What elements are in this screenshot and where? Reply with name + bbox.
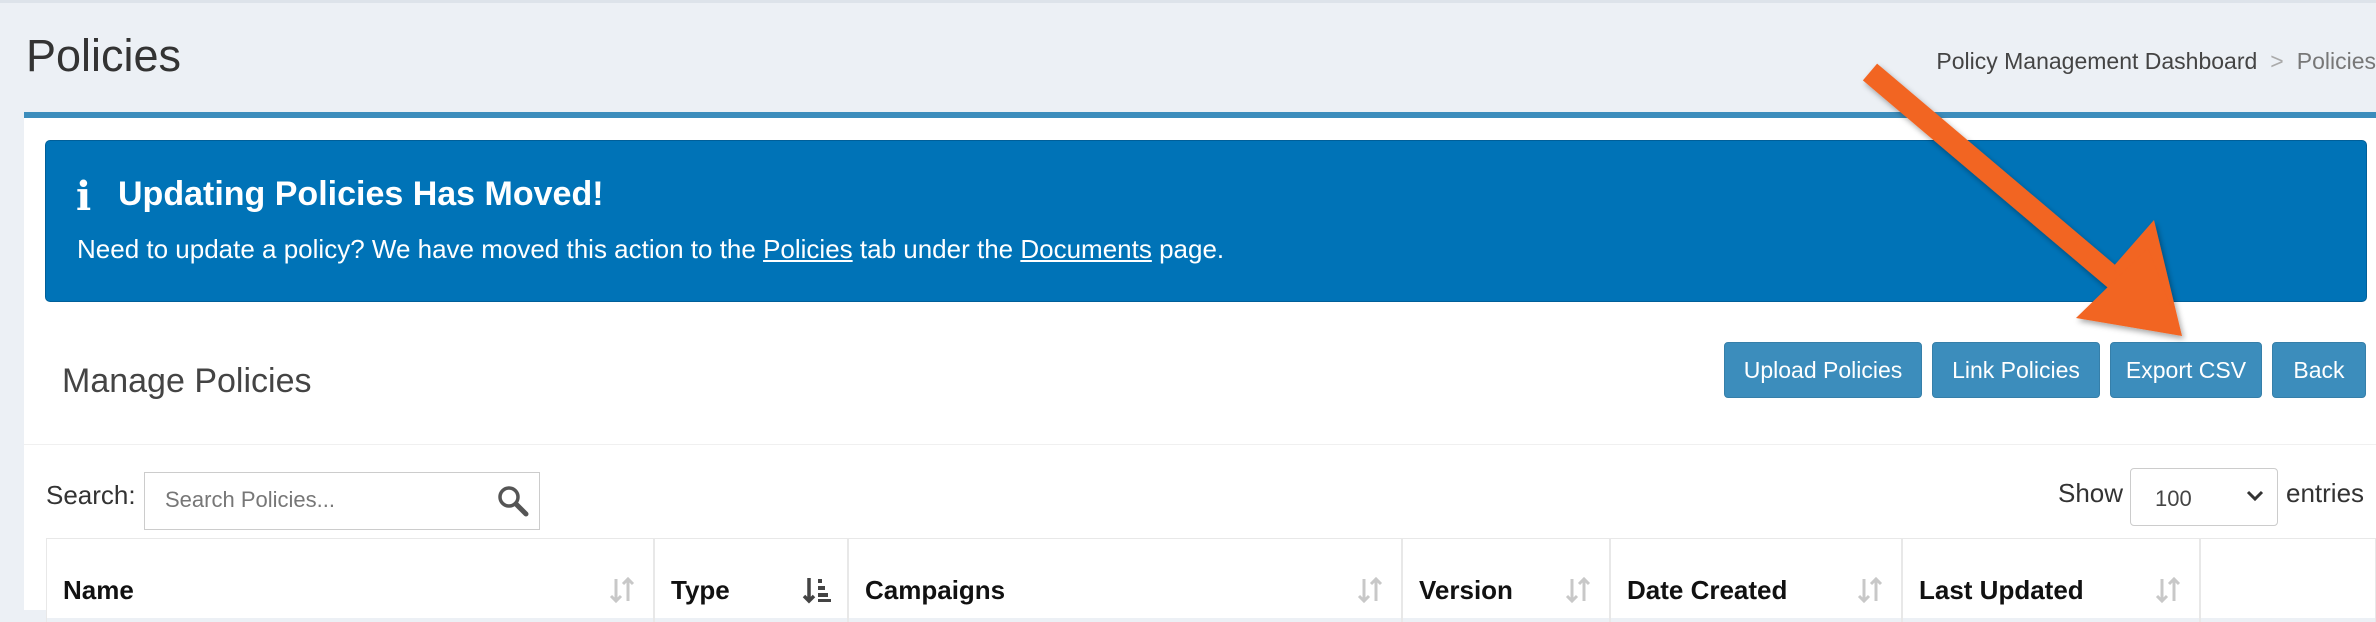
callout-title: Updating Policies Has Moved! xyxy=(118,175,604,213)
search-field[interactable] xyxy=(144,472,540,530)
column-header-campaigns[interactable]: Campaigns xyxy=(848,538,1402,622)
column-header-actions xyxy=(2200,538,2376,622)
column-header-name[interactable]: Name xyxy=(46,538,654,622)
entries-select[interactable]: 100 xyxy=(2130,468,2278,526)
policies-box: i Updating Policies Has Moved! Need to u… xyxy=(24,112,2376,622)
search-label: Search: xyxy=(46,480,136,510)
search-input[interactable] xyxy=(165,487,485,513)
entries-label: entries xyxy=(2286,478,2365,508)
sort-unsorted-icon xyxy=(1357,576,1383,604)
info-icon: i xyxy=(76,173,92,220)
entries-select-value: 100 xyxy=(2155,486,2192,511)
export-csv-button[interactable]: Export CSV xyxy=(2110,342,2262,398)
sort-unsorted-icon xyxy=(1857,576,1883,604)
breadcrumb: Policy Management Dashboard > Policies xyxy=(1936,48,2376,75)
sort-unsorted-icon xyxy=(2155,576,2181,604)
header-divider xyxy=(24,444,2376,445)
column-header-last-updated[interactable]: Last Updated xyxy=(1902,538,2200,622)
link-policies-button[interactable]: Link Policies xyxy=(1932,342,2100,398)
sort-ascending-icon xyxy=(802,578,831,604)
policies-tab-link[interactable]: Policies xyxy=(763,234,853,264)
info-callout: i Updating Policies Has Moved! Need to u… xyxy=(45,140,2367,302)
documents-page-link[interactable]: Documents xyxy=(1020,234,1152,264)
callout-text: Need to update a policy? We have moved t… xyxy=(77,234,1225,264)
breadcrumb-link-dashboard[interactable]: Policy Management Dashboard xyxy=(1936,48,2257,74)
show-label: Show xyxy=(2058,478,2124,508)
table-header-row: Name Type Campaigns Version Date Created… xyxy=(46,538,2376,622)
search-icon[interactable] xyxy=(495,483,531,519)
top-border xyxy=(0,0,2376,3)
breadcrumb-current: Policies xyxy=(2296,48,2376,74)
page-title: Policies xyxy=(26,30,182,81)
upload-policies-button[interactable]: Upload Policies xyxy=(1724,342,1922,398)
chevron-down-icon xyxy=(2246,490,2264,502)
column-header-date-created[interactable]: Date Created xyxy=(1610,538,1902,622)
sort-unsorted-icon xyxy=(1565,576,1591,604)
breadcrumb-separator: > xyxy=(2270,48,2284,74)
sort-unsorted-icon xyxy=(609,576,635,604)
column-header-version[interactable]: Version xyxy=(1402,538,1610,622)
column-header-type[interactable]: Type xyxy=(654,538,848,622)
box-title: Manage Policies xyxy=(62,362,312,400)
back-button[interactable]: Back xyxy=(2272,342,2366,398)
